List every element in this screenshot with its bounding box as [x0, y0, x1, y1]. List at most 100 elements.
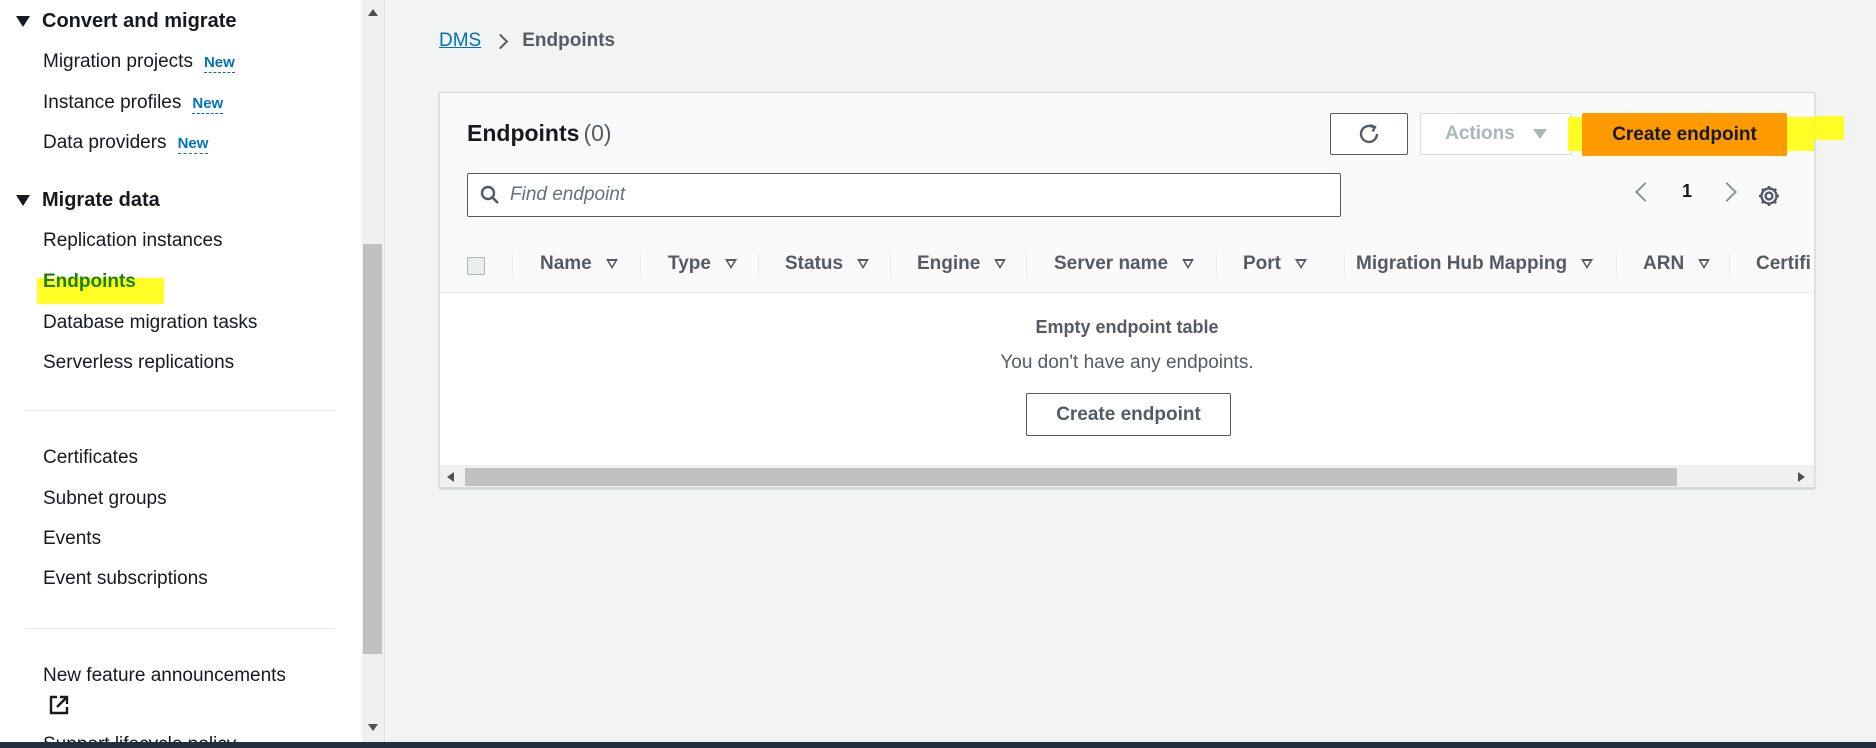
column-header-label: Server name [1054, 253, 1169, 274]
window-bottom-bar [0, 742, 1876, 748]
sidebar-item-events[interactable]: Events [43, 528, 101, 550]
sort-icon [1182, 259, 1195, 269]
column-header-arn[interactable]: ARN [1643, 253, 1711, 275]
sidebar-item-replication-instances[interactable]: Replication instances [43, 230, 223, 252]
column-divider [1026, 253, 1027, 279]
sort-icon [994, 259, 1007, 269]
empty-state-title: Empty endpoint table [1035, 317, 1219, 337]
refresh-button[interactable] [1330, 113, 1408, 155]
column-divider [640, 253, 641, 279]
divider [26, 410, 334, 411]
search-icon [480, 185, 499, 204]
sidebar-item-label: Support lifecycle policy [43, 734, 236, 742]
endpoints-panel: Endpoints(0) Actions Create endpoint 1 [439, 92, 1815, 488]
page-number[interactable]: 1 [1682, 181, 1692, 202]
external-link-icon[interactable] [48, 694, 70, 716]
sidebar-item-label: Certificates [43, 447, 139, 468]
sidebar-item-label: Events [43, 528, 102, 549]
sidebar-item-database-migration-tasks[interactable]: Database migration tasks [43, 312, 257, 334]
select-all-checkbox[interactable] [467, 257, 485, 275]
empty-state-message: You don't have any endpoints. [1000, 352, 1254, 373]
sidebar-item-label: Subnet groups [43, 488, 167, 509]
sidebar: Convert and migrate Migration projects N… [0, 0, 362, 742]
sidebar-item-serverless-replications[interactable]: Serverless replications [43, 352, 234, 374]
column-header-label: Type [668, 253, 711, 274]
sidebar-item-label: Event subscriptions [43, 568, 208, 589]
create-endpoint-label: Create endpoint [1612, 123, 1757, 145]
sidebar-item-label: Database migration tasks [43, 312, 258, 333]
refresh-icon [1359, 123, 1379, 144]
column-header-label: Port [1243, 253, 1281, 274]
scroll-right-arrow-icon[interactable] [1798, 472, 1805, 482]
column-divider [758, 253, 759, 279]
column-header-status[interactable]: Status [785, 253, 870, 275]
nav-section-migrate-data[interactable]: Migrate data [16, 189, 160, 212]
new-badge[interactable]: New [192, 95, 224, 114]
sort-icon [1295, 259, 1307, 269]
sidebar-item-label: Instance profiles [43, 92, 182, 113]
sidebar-scrollbar-thumb[interactable] [363, 244, 382, 654]
sidebar-item-label: Migration projects [43, 51, 193, 72]
create-endpoint-empty-button[interactable]: Create endpoint [1026, 393, 1231, 436]
nav-section-label: Convert and migrate [42, 10, 237, 32]
new-badge[interactable]: New [203, 54, 235, 73]
table-scrollbar-thumb[interactable] [465, 468, 1677, 486]
column-divider [1216, 253, 1217, 279]
column-header-label: Status [785, 253, 844, 274]
sidebar-item-label: Serverless replications [43, 352, 235, 373]
sort-icon [1581, 259, 1594, 269]
sidebar-item-label: Endpoints [43, 271, 136, 292]
next-page-icon[interactable] [1717, 181, 1737, 202]
endpoint-count: (0) [583, 120, 612, 146]
pagination: 1 [1630, 181, 1737, 202]
column-header-label: Migration Hub Mapping [1356, 253, 1568, 274]
column-header-port[interactable]: Port [1243, 253, 1307, 275]
sidebar-item-data-providers[interactable]: Data providers New [43, 132, 209, 154]
breadcrumb-link-dms[interactable]: DMS [439, 30, 481, 52]
column-header-certificate[interactable]: Certifi [1756, 253, 1811, 275]
actions-dropdown[interactable]: Actions [1420, 113, 1572, 155]
previous-page-icon[interactable] [1635, 181, 1655, 202]
sidebar-item-new-feature-announcements[interactable]: New feature announcements [43, 665, 286, 687]
column-header-label: Name [540, 253, 592, 274]
search-box[interactable] [467, 173, 1341, 217]
nav-section-convert-and-migrate[interactable]: Convert and migrate [16, 10, 236, 33]
search-input[interactable] [510, 184, 1310, 206]
page-title: Endpoints (0) [467, 120, 612, 147]
sidebar-item-endpoints[interactable]: Endpoints [43, 271, 136, 293]
table-horizontal-scrollbar[interactable] [440, 465, 1814, 487]
column-header-type[interactable]: Type [668, 253, 737, 275]
sidebar-item-support-lifecycle-policy[interactable]: Support lifecycle policy [43, 734, 236, 742]
column-divider [1729, 253, 1730, 279]
sidebar-item-label: Data providers [43, 132, 167, 153]
sidebar-item-migration-projects[interactable]: Migration projects New [43, 51, 235, 73]
sort-icon [605, 259, 618, 269]
highlight-marker [1814, 116, 1844, 140]
scroll-up-arrow-icon[interactable] [368, 9, 378, 16]
sidebar-item-subnet-groups[interactable]: Subnet groups [43, 488, 167, 510]
sort-icon [857, 259, 870, 269]
scroll-left-arrow-icon[interactable] [447, 472, 454, 482]
column-header-migration-hub-mapping[interactable]: Migration Hub Mapping [1356, 253, 1594, 275]
column-header-name[interactable]: Name [540, 253, 618, 275]
gear-icon[interactable] [1756, 183, 1782, 209]
divider [26, 628, 334, 629]
table-header: Name Type Status Engine Server name Port… [440, 239, 1814, 293]
scroll-down-arrow-icon[interactable] [368, 724, 378, 731]
create-endpoint-empty-label: Create endpoint [1056, 403, 1201, 425]
column-header-server-name[interactable]: Server name [1054, 253, 1195, 275]
caret-down-icon [16, 195, 30, 206]
sidebar-item-label: Replication instances [43, 230, 223, 251]
create-endpoint-button[interactable]: Create endpoint [1582, 113, 1787, 156]
sidebar-item-event-subscriptions[interactable]: Event subscriptions [43, 568, 208, 590]
sidebar-item-certificates[interactable]: Certificates [43, 447, 138, 469]
column-divider [1344, 253, 1345, 279]
sidebar-item-instance-profiles[interactable]: Instance profiles New [43, 92, 224, 114]
panel-title-text: Endpoints [467, 120, 580, 146]
column-header-label: Certifi [1756, 253, 1811, 274]
sort-icon [724, 259, 737, 269]
caret-down-icon [16, 16, 30, 27]
column-header-engine[interactable]: Engine [917, 253, 1007, 275]
actions-label: Actions [1445, 123, 1515, 144]
new-badge[interactable]: New [177, 135, 209, 154]
